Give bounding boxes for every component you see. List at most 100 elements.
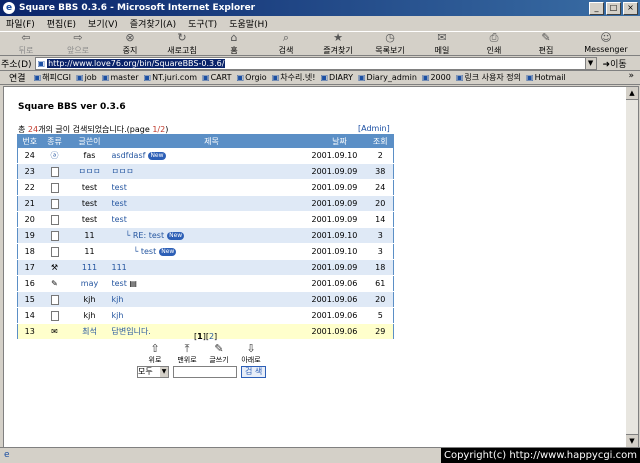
post-type-cell bbox=[41, 179, 68, 196]
post-subject[interactable]: asdfdasf bbox=[112, 151, 146, 160]
post-num: 23 bbox=[17, 163, 42, 180]
link-item[interactable]: ▣2000 bbox=[420, 73, 454, 82]
link-item[interactable]: ▣job bbox=[74, 73, 100, 82]
col-subject: 제목 bbox=[111, 134, 312, 148]
link-item[interactable]: ▣링크 사용자 정의 bbox=[454, 72, 524, 83]
post-views: 3 bbox=[367, 243, 394, 260]
mail-button[interactable]: ✉ 메일 bbox=[416, 31, 468, 55]
scroll-down-icon[interactable]: ▼ bbox=[626, 434, 638, 447]
link-item[interactable]: ▣NT.juri.com bbox=[142, 73, 200, 82]
links-more-button[interactable]: » bbox=[628, 71, 634, 81]
page-icon: ▣ bbox=[76, 73, 84, 82]
menu-edit[interactable]: 편집(E) bbox=[41, 17, 82, 30]
menu-help[interactable]: 도움말(H) bbox=[223, 17, 274, 30]
edit-button[interactable]: ✎ 편집 bbox=[520, 31, 572, 55]
post-author[interactable]: 11 bbox=[67, 227, 112, 244]
new-badge: New bbox=[159, 247, 177, 256]
post-author[interactable]: test bbox=[67, 195, 112, 212]
page-icon: ▣ bbox=[33, 73, 42, 82]
post-author[interactable]: 최석 bbox=[67, 323, 112, 340]
post-subject[interactable]: test bbox=[112, 279, 127, 288]
search-field-select[interactable]: 모두 ▼ bbox=[137, 366, 169, 378]
link-item[interactable]: ▣master bbox=[100, 73, 142, 82]
document-icon bbox=[50, 230, 59, 241]
post-subject[interactable]: test bbox=[112, 215, 127, 224]
post-author[interactable]: kjh bbox=[67, 291, 112, 308]
menu-tools[interactable]: 도구(T) bbox=[182, 17, 223, 30]
link-item[interactable]: ▣Orgio bbox=[235, 73, 270, 82]
menu-favorites[interactable]: 즐겨찾기(A) bbox=[124, 17, 182, 30]
search-input[interactable] bbox=[173, 366, 237, 378]
link-item[interactable]: ▣DIARY bbox=[318, 73, 356, 82]
scroll-up-icon[interactable]: ▲ bbox=[626, 87, 638, 100]
search-form: 모두 ▼ 검 색 bbox=[137, 366, 267, 378]
post-date: 2001.09.09 bbox=[311, 195, 368, 212]
post-date: 2001.09.09 bbox=[311, 163, 368, 180]
back-button[interactable]: ⇦ 뒤로 bbox=[0, 31, 52, 55]
link-item[interactable]: ▣차수리.넷! bbox=[270, 72, 319, 83]
home-icon: ⌂ bbox=[230, 31, 238, 44]
post-num: 15 bbox=[17, 291, 42, 308]
page-content: Square BBS ver 0.3.6 총 24개의 글이 검색되었습니다.(… bbox=[3, 86, 627, 448]
address-label: 주소(D) bbox=[1, 59, 32, 70]
top-button[interactable]: ⤒ 맨위로 bbox=[174, 342, 200, 365]
post-subject[interactable]: └ RE: test bbox=[126, 231, 165, 240]
post-subject[interactable]: test bbox=[112, 199, 127, 208]
home-button[interactable]: ⌂ 홈 bbox=[208, 31, 260, 55]
post-author[interactable]: 111 bbox=[67, 259, 112, 276]
post-author[interactable]: ㅁㅁㅁ bbox=[67, 163, 112, 180]
link-item[interactable]: ▣해피CGI bbox=[32, 72, 74, 83]
go-button[interactable]: ➜이동 bbox=[603, 57, 627, 70]
down-button[interactable]: ⇩ 아래로 bbox=[238, 342, 264, 365]
messenger-button[interactable]: ☺ Messenger bbox=[572, 31, 640, 55]
post-author[interactable]: kjh bbox=[67, 307, 112, 324]
document-icon bbox=[50, 166, 59, 177]
links-label: 연결 bbox=[9, 74, 26, 84]
link-item[interactable]: ▣Hotmail bbox=[524, 73, 569, 82]
print-button[interactable]: ⎙ 인쇄 bbox=[468, 31, 520, 55]
search-submit-button[interactable]: 검 색 bbox=[241, 366, 267, 378]
post-author[interactable]: 11 bbox=[67, 243, 112, 260]
close-button[interactable]: × bbox=[623, 2, 638, 15]
history-button[interactable]: ◷ 목록보기 bbox=[364, 31, 416, 55]
menu-bar: 파일(F) 편집(E) 보기(V) 즐겨찾기(A) 도구(T) 도움말(H) bbox=[0, 16, 640, 32]
up-button[interactable]: ⇧ 위로 bbox=[142, 342, 168, 365]
forward-arrow-icon: ⇨ bbox=[73, 31, 83, 44]
post-author[interactable]: may bbox=[67, 275, 112, 292]
search-button[interactable]: ⌕ 검색 bbox=[260, 31, 312, 55]
post-type-icon: ⓐ bbox=[41, 148, 68, 164]
forward-button[interactable]: ⇨ 앞으로 bbox=[52, 31, 104, 55]
link-item[interactable]: ▣Diary_admin bbox=[356, 73, 420, 82]
post-subject[interactable]: kjh bbox=[112, 295, 124, 304]
post-author[interactable]: fas bbox=[67, 148, 112, 164]
post-subject[interactable]: 111 bbox=[112, 263, 127, 272]
post-subject[interactable]: test bbox=[112, 183, 127, 192]
post-subject[interactable]: kjh bbox=[112, 311, 124, 320]
maximize-button[interactable]: □ bbox=[606, 2, 621, 15]
address-url[interactable]: http://www.love76.org/bin/SquareBBS-0.3.… bbox=[47, 58, 226, 68]
menu-file[interactable]: 파일(F) bbox=[0, 17, 41, 30]
post-type-cell bbox=[41, 243, 68, 260]
post-num: 21 bbox=[17, 195, 42, 212]
stop-button[interactable]: ⊗ 중지 bbox=[104, 31, 156, 55]
link-item[interactable]: ▣CART bbox=[200, 73, 234, 82]
minimize-button[interactable]: _ bbox=[589, 2, 604, 15]
post-author[interactable]: test bbox=[67, 211, 112, 228]
admin-link[interactable]: [Admin] bbox=[358, 124, 390, 133]
favorites-icon: ★ bbox=[333, 31, 343, 44]
post-subject[interactable]: └ test bbox=[134, 247, 157, 256]
address-dropdown-icon[interactable]: ▼ bbox=[584, 57, 596, 69]
post-author[interactable]: test bbox=[67, 179, 112, 196]
address-input[interactable]: ▣ http://www.love76.org/bin/SquareBBS-0.… bbox=[34, 56, 597, 70]
post-subject[interactable]: 답변입니다. bbox=[112, 327, 151, 336]
table-row: 21 test test 2001.09.09 20 bbox=[17, 195, 394, 212]
vertical-scrollbar[interactable]: ▲ ▼ bbox=[626, 86, 639, 448]
favorites-button[interactable]: ★ 즐겨찾기 bbox=[312, 31, 364, 55]
mail-icon: ✉ bbox=[41, 323, 68, 340]
refresh-button[interactable]: ↻ 새로고침 bbox=[156, 31, 208, 55]
post-subject[interactable]: ㅁㅁㅁ bbox=[112, 167, 134, 176]
menu-view[interactable]: 보기(V) bbox=[82, 17, 124, 30]
post-subject-cell: kjh bbox=[111, 307, 312, 324]
bbs-title: Square BBS ver 0.3.6 bbox=[18, 102, 126, 112]
write-button[interactable]: ✎ 글쓰기 bbox=[206, 342, 232, 365]
